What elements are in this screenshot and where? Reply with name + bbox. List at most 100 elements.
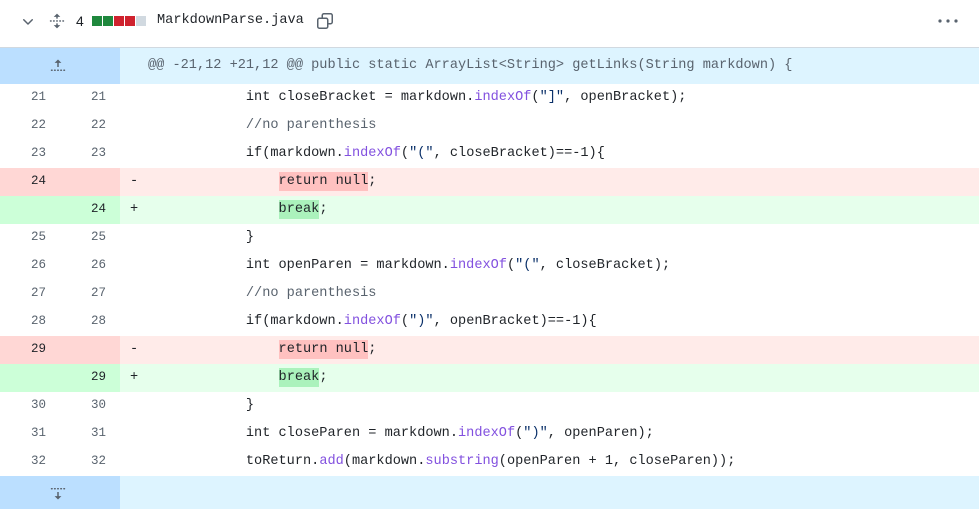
deleted-line: 24 - return null;: [0, 168, 979, 196]
old-line-number[interactable]: 22: [0, 112, 60, 140]
code-token: (markdown.: [343, 454, 426, 469]
code-line: toReturn.add(markdown.substring(openPare…: [120, 448, 979, 476]
old-line-number[interactable]: 26: [0, 252, 60, 280]
chevron-down-icon: [20, 14, 36, 30]
old-line-number[interactable]: 25: [0, 224, 60, 252]
code-token: //no parenthesis: [148, 286, 377, 301]
code-token: }: [148, 398, 255, 413]
collapse-file-button[interactable]: [20, 14, 36, 30]
context-line: 21 21 int closeBracket = markdown.indexOf…: [0, 84, 979, 112]
added-line: 24 + break;: [0, 196, 979, 224]
code-token: indexOf: [474, 90, 532, 105]
code-token: indexOf: [343, 314, 401, 329]
code-token: , closeBracket);: [539, 258, 671, 273]
old-line-number[interactable]: [0, 196, 60, 224]
copy-path-button[interactable]: [316, 12, 334, 30]
new-line-number[interactable]: 28: [60, 308, 120, 336]
hunk-footer: [0, 476, 979, 509]
changed-word: return null: [278, 172, 369, 191]
code-token: ")": [523, 426, 548, 441]
diff-marker: +: [130, 370, 139, 385]
code-line: //no parenthesis: [120, 112, 979, 140]
old-line-number[interactable]: 24: [0, 168, 60, 196]
fold-up-icon: [50, 58, 66, 74]
code-token: ;: [319, 370, 328, 385]
old-line-number[interactable]: 23: [0, 140, 60, 168]
context-line: 32 32 toReturn.add(markdown.substring(ope…: [0, 448, 979, 476]
unfold-icon: [49, 13, 65, 29]
context-line: 26 26 int openParen = markdown.indexOf("(…: [0, 252, 979, 280]
old-line-number[interactable]: [0, 364, 60, 392]
code-line: int closeParen = markdown.indexOf(")", o…: [120, 420, 979, 448]
copy-icon: [316, 12, 334, 30]
new-line-number[interactable]: [60, 336, 120, 364]
file-name-link[interactable]: MarkdownParse.java: [157, 0, 304, 42]
old-line-number[interactable]: 32: [0, 448, 60, 476]
code-token: , closeBracket)==-1){: [433, 146, 605, 161]
code-token: int closeParen = markdown.: [148, 426, 458, 441]
hunk-gutter: [0, 48, 120, 84]
diff-marker: -: [130, 174, 139, 189]
code-token: , openBracket)==-1){: [433, 314, 597, 329]
file-menu-button[interactable]: [936, 13, 960, 29]
context-line: 23 23 if(markdown.indexOf("(", closeBrack…: [0, 140, 979, 168]
code-token: (: [400, 314, 410, 329]
old-line-number[interactable]: 30: [0, 392, 60, 420]
diffstat-block-deleted: [114, 16, 124, 26]
file-header: 4 MarkdownParse.java: [0, 0, 979, 48]
new-line-number[interactable]: 27: [60, 280, 120, 308]
diffstat-block-added: [103, 16, 113, 26]
expand-all-button[interactable]: [49, 13, 65, 29]
code-line: if(markdown.indexOf("(", closeBracket)==…: [120, 140, 979, 168]
code-line: - return null;: [120, 336, 979, 364]
old-line-number[interactable]: 21: [0, 84, 60, 112]
code-line: int closeBracket = markdown.indexOf("]",…: [120, 84, 979, 112]
code-token: "(": [409, 146, 434, 161]
change-count: 4: [76, 13, 84, 29]
kebab-horizontal-icon: [936, 13, 960, 29]
context-line: 31 31 int closeParen = markdown.indexOf("…: [0, 420, 979, 448]
old-line-number[interactable]: 29: [0, 336, 60, 364]
code-token: if(markdown.: [148, 314, 344, 329]
code-token: , openParen);: [547, 426, 654, 441]
new-line-number[interactable]: 23: [60, 140, 120, 168]
new-line-number[interactable]: 26: [60, 252, 120, 280]
hunk-header-text: @@ -21,12 +21,12 @@ public static ArrayL…: [148, 58, 793, 73]
added-line: 29 + break;: [0, 364, 979, 392]
old-line-number[interactable]: 31: [0, 420, 60, 448]
code-token: ;: [319, 202, 328, 217]
old-line-number[interactable]: 27: [0, 280, 60, 308]
expand-up-button[interactable]: [0, 48, 116, 84]
new-line-number[interactable]: 25: [60, 224, 120, 252]
code-line: //no parenthesis: [120, 280, 979, 308]
changed-word: break: [278, 368, 320, 387]
code-line: int openParen = markdown.indexOf("(", cl…: [120, 252, 979, 280]
new-line-number[interactable]: 24: [60, 196, 120, 224]
code-token: indexOf: [343, 146, 401, 161]
new-line-number[interactable]: 32: [60, 448, 120, 476]
code-token: substring: [425, 454, 499, 469]
new-line-number[interactable]: 29: [60, 364, 120, 392]
new-line-number[interactable]: [60, 168, 120, 196]
old-line-number[interactable]: 28: [0, 308, 60, 336]
new-line-number[interactable]: 21: [60, 84, 120, 112]
code-token: (openParen + 1, closeParen));: [498, 454, 736, 469]
new-line-number[interactable]: 22: [60, 112, 120, 140]
context-line: 27 27 //no parenthesis: [0, 280, 979, 308]
new-line-number[interactable]: 30: [60, 392, 120, 420]
code-token: int openParen = markdown.: [148, 258, 450, 273]
code-token: indexOf: [458, 426, 516, 441]
expand-down-button[interactable]: [0, 476, 116, 509]
context-line: 28 28 if(markdown.indexOf(")", openBracke…: [0, 308, 979, 336]
code-line: - return null;: [120, 168, 979, 196]
deleted-line: 29 - return null;: [0, 336, 979, 364]
context-line: 25 25 }: [0, 224, 979, 252]
new-line-number[interactable]: 31: [60, 420, 120, 448]
code-token: , openBracket);: [564, 90, 687, 105]
footer-gutter: [0, 476, 120, 509]
code-token: "]": [539, 90, 565, 105]
code-token: (: [506, 258, 516, 273]
